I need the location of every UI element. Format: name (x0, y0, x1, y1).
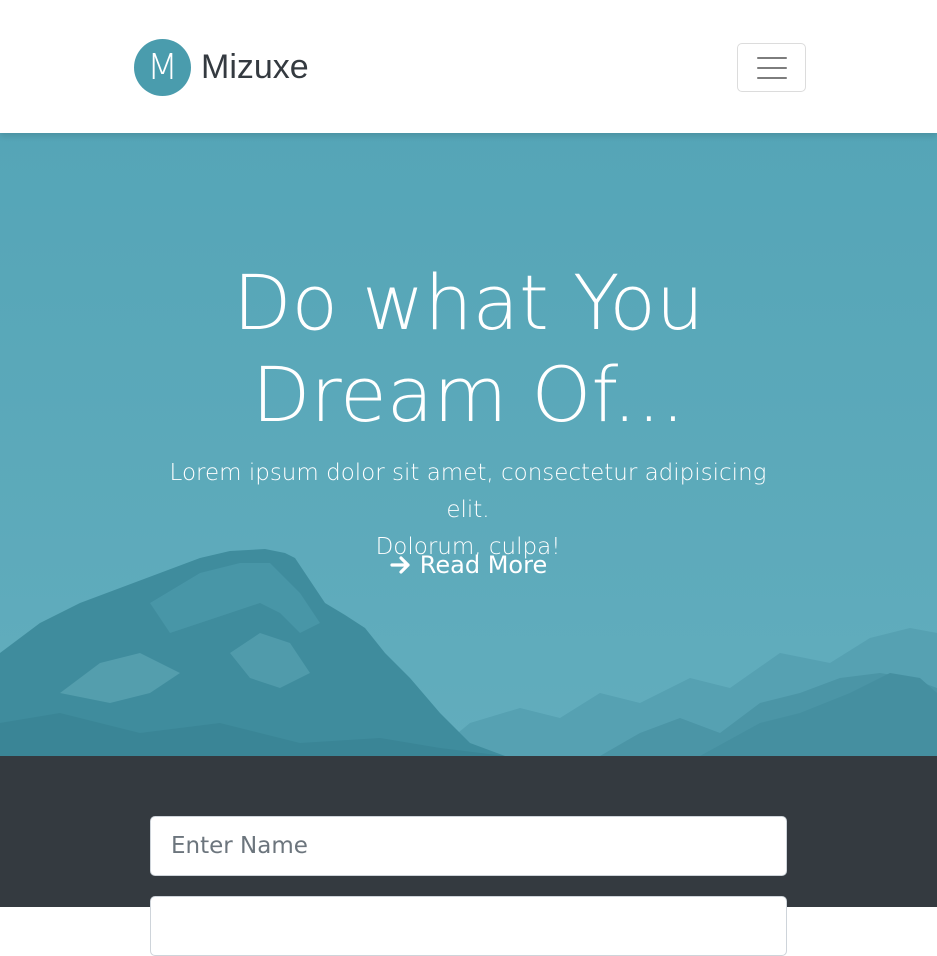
read-more-label: Read More (419, 551, 548, 579)
navbar-toggle-button[interactable] (737, 43, 806, 92)
hero-title-line2: Dream Of... (251, 350, 686, 439)
brand-name: Mizuxe (201, 48, 309, 86)
navbar: M Mizuxe (0, 0, 937, 133)
form-section (0, 756, 937, 956)
mountain-background (0, 133, 937, 756)
hamburger-icon (756, 56, 787, 79)
hero-text-line1: Lorem ipsum dolor sit amet, consectetur … (169, 460, 767, 523)
brand-link[interactable]: M Mizuxe (134, 39, 309, 96)
email-input[interactable] (150, 896, 787, 956)
logo-icon: M (134, 39, 191, 96)
read-more-link[interactable]: Read More (0, 551, 937, 579)
hero-title-line1: Do what You (232, 258, 705, 347)
hero-section: Do what You Dream Of... Lorem ipsum dolo… (0, 133, 937, 756)
name-input[interactable] (150, 816, 787, 876)
logo-letter: M (146, 46, 179, 88)
hero-title: Do what You Dream Of... (0, 257, 937, 441)
hero-text: Lorem ipsum dolor sit amet, consectetur … (168, 455, 768, 566)
arrow-right-icon (390, 555, 412, 575)
